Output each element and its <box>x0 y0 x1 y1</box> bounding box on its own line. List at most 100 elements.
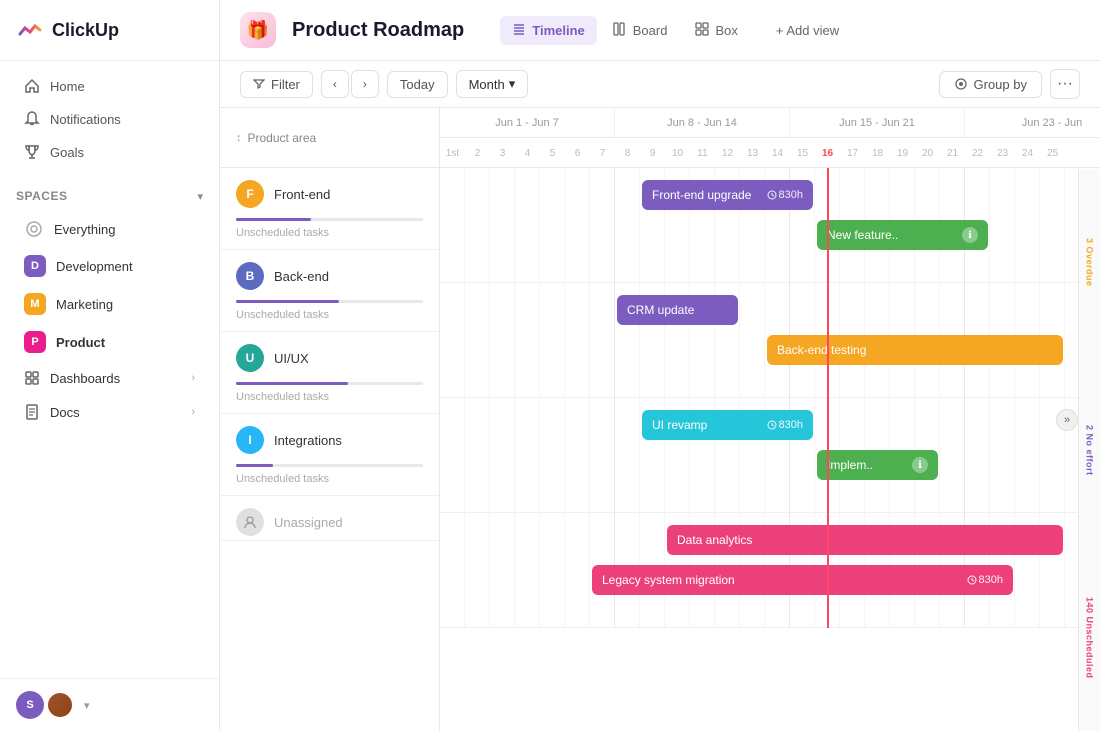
uiux-name: UI/UX <box>274 351 309 366</box>
grid-cell <box>490 513 515 627</box>
sidebar-item-product[interactable]: P Product <box>8 324 211 360</box>
day-label-16: 16 <box>815 138 840 168</box>
board-tab-label: Board <box>633 23 668 38</box>
timeline-header: Jun 1 - Jun 7 Jun 8 - Jun 14 Jun 15 - Ju… <box>440 108 1100 168</box>
frontend-progress-bar <box>236 218 423 221</box>
prev-button[interactable]: ‹ <box>321 70 349 98</box>
task-bar-backend-1[interactable]: Back-end testing <box>767 335 1063 365</box>
add-view-button[interactable]: + Add view <box>766 17 849 44</box>
day-label-12: 12 <box>715 138 740 168</box>
task-label: UI revamp <box>652 418 761 432</box>
next-button[interactable]: › <box>351 70 379 98</box>
week-4: Jun 23 - Jun <box>965 108 1100 137</box>
grid-cell <box>590 398 615 512</box>
dashboards-chevron-icon: › <box>191 372 195 384</box>
grid-cell <box>490 168 515 282</box>
box-tab-icon <box>695 22 709 39</box>
backend-name: Back-end <box>274 269 329 284</box>
grid-cell <box>990 398 1015 512</box>
day-labels: 1st2345678910111213141516171819202122232… <box>440 138 1100 168</box>
marketing-label: Marketing <box>56 297 113 312</box>
grid-cell <box>465 168 490 282</box>
more-options-button[interactable]: ··· <box>1050 69 1080 99</box>
integrations-progress-fill <box>236 464 273 467</box>
area-label: Product area <box>248 131 317 145</box>
task-info-dot[interactable]: ℹ <box>962 227 978 243</box>
day-label-11: 11 <box>690 138 715 168</box>
sidebar-item-development[interactable]: D Development <box>8 248 211 284</box>
timeline-container: ↕ Product area F Front-end Unscheduled t… <box>220 108 1100 731</box>
month-label: Month <box>469 77 505 92</box>
project-title: Product Roadmap <box>292 19 464 42</box>
collapse-side-button[interactable]: » <box>1056 409 1078 431</box>
task-bar-frontend-0[interactable]: Front-end upgrade 830h <box>642 180 813 210</box>
grid-cell <box>515 513 540 627</box>
grid-cell <box>490 398 515 512</box>
task-info-dot[interactable]: ℹ <box>912 457 928 473</box>
no-effort-label[interactable]: 2 No effort <box>1079 356 1100 543</box>
box-tab-label: Box <box>715 23 737 38</box>
unscheduled-count-label[interactable]: 140 Unscheduled <box>1079 544 1100 731</box>
sidebar-item-goals[interactable]: Goals <box>8 136 211 168</box>
week-1: Jun 1 - Jun 7 <box>440 108 615 137</box>
product-badge: P <box>24 331 46 353</box>
sidebar-item-docs[interactable]: Docs › <box>8 396 211 428</box>
nav-arrows: ‹ › <box>321 70 379 98</box>
grid-cell <box>965 398 990 512</box>
day-label-17: 17 <box>840 138 865 168</box>
grid-row-integrations: Data analytics Legacy system migration830… <box>440 513 1100 628</box>
grid-cell <box>465 398 490 512</box>
integrations-unscheduled: Unscheduled tasks <box>220 471 439 495</box>
task-bar-backend-0[interactable]: CRM update <box>617 295 738 325</box>
sidebar-item-dashboards[interactable]: Dashboards › <box>8 362 211 394</box>
row-group-unassigned: Unassigned <box>220 496 439 541</box>
grid-row-uiux: UI revamp830hImplem..ℹ <box>440 398 1100 513</box>
task-bar-integrations-1[interactable]: Legacy system migration830h <box>592 565 1013 595</box>
frontend-avatar: F <box>236 180 264 208</box>
backend-unscheduled: Unscheduled tasks <box>220 307 439 331</box>
task-label: Front-end upgrade <box>652 188 761 202</box>
unassigned-avatar <box>236 508 264 536</box>
task-bar-uiux-1[interactable]: Implem..ℹ <box>817 450 938 480</box>
task-bar-integrations-0[interactable]: Data analytics <box>667 525 1063 555</box>
spaces-chevron-icon[interactable]: ▾ <box>197 190 203 203</box>
week-3: Jun 15 - Jun 21 <box>790 108 965 137</box>
day-label-8: 8 <box>615 138 640 168</box>
sidebar-item-everything[interactable]: Everything <box>8 212 211 246</box>
tab-box[interactable]: Box <box>683 16 749 45</box>
grid-cell <box>540 398 565 512</box>
tab-timeline[interactable]: Timeline <box>500 16 597 45</box>
sidebar-item-marketing[interactable]: M Marketing <box>8 286 211 322</box>
task-bar-uiux-0[interactable]: UI revamp830h <box>642 410 813 440</box>
overdue-label[interactable]: 3 Overdue <box>1079 169 1100 356</box>
grid-cell <box>740 283 765 397</box>
month-button[interactable]: Month ▾ <box>456 70 529 98</box>
group-by-button[interactable]: Group by <box>939 71 1042 98</box>
sidebar-item-notifications[interactable]: Notifications <box>8 103 211 135</box>
grid-row-frontend: Front-end upgrade 830h New feature..ℹ <box>440 168 1100 283</box>
grid-cell <box>515 168 540 282</box>
grid-cell <box>465 513 490 627</box>
day-label-9: 9 <box>640 138 665 168</box>
everything-label: Everything <box>54 222 115 237</box>
unassigned-name: Unassigned <box>274 515 343 530</box>
task-hours: 830h <box>767 189 803 201</box>
area-header: ↕ Product area <box>220 108 439 168</box>
day-label-7: 7 <box>590 138 615 168</box>
today-button[interactable]: Today <box>387 71 448 98</box>
filter-button[interactable]: Filter <box>240 71 313 98</box>
grid-cell <box>565 398 590 512</box>
footer-chevron-icon[interactable]: ▾ <box>84 699 90 712</box>
task-bar-frontend-1[interactable]: New feature..ℹ <box>817 220 988 250</box>
day-label-19: 19 <box>890 138 915 168</box>
tab-board[interactable]: Board <box>601 16 680 45</box>
sidebar-footer: S ▾ <box>0 678 219 731</box>
day-label-13: 13 <box>740 138 765 168</box>
grid-cell <box>565 513 590 627</box>
sidebar-item-home[interactable]: Home <box>8 70 211 102</box>
grid-rows: Front-end upgrade 830h New feature..ℹ CRM u… <box>440 168 1100 628</box>
grid-cell <box>540 283 565 397</box>
grid-cell <box>465 283 490 397</box>
sidebar: ClickUp Home Notifications Goals <box>0 0 220 731</box>
marketing-badge: M <box>24 293 46 315</box>
